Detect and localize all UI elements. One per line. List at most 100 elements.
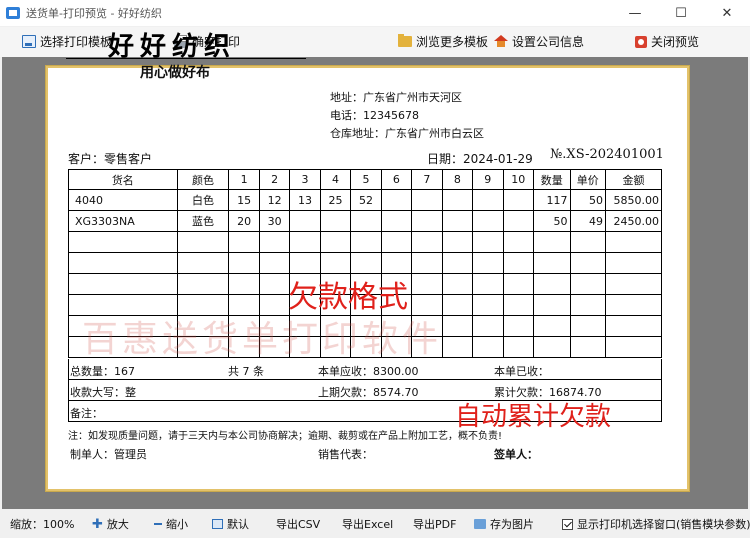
- table-cell: [605, 336, 662, 358]
- plus-icon: ✚: [92, 516, 103, 532]
- table-cell: [569, 273, 607, 295]
- table-cell: [68, 273, 178, 295]
- table-cell: [289, 231, 321, 253]
- export-csv-button[interactable]: 导出CSV: [276, 516, 320, 532]
- table-cell: 13: [289, 189, 321, 211]
- table-cell: [472, 231, 504, 253]
- table-cell: [605, 273, 662, 295]
- close-window-button[interactable]: ✕: [704, 0, 750, 26]
- summary-divider: [69, 379, 661, 380]
- company-address: 地址：广东省广州市天河区: [330, 91, 462, 104]
- table-cell: [228, 231, 260, 253]
- total-quantity: 总数量：167: [70, 365, 135, 378]
- table-cell: [605, 315, 662, 337]
- table-row: [68, 231, 662, 253]
- table-cell: [258, 273, 291, 295]
- close-preview-button[interactable]: 关闭预览: [635, 33, 699, 50]
- col-header: 数量: [532, 169, 571, 190]
- close-preview-label: 关闭预览: [651, 35, 700, 49]
- show-printer-dialog-checkbox[interactable]: 显示打印机选择窗口(销售模块参数): [562, 516, 750, 532]
- minimize-button[interactable]: —: [612, 0, 658, 26]
- notice-text: 注：如发现质量问题，请于三天内与本公司协商解决；逾期、裁剪或在产品上附加工艺，概…: [68, 431, 503, 442]
- zoom-in-button[interactable]: ✚ 放大: [92, 516, 129, 532]
- export-excel-button[interactable]: 导出Excel: [342, 516, 393, 532]
- table-cell: [176, 252, 230, 274]
- table-cell: [569, 294, 607, 316]
- table-cell: [605, 252, 662, 274]
- table-cell: [569, 315, 607, 337]
- col-header: 货名: [68, 169, 178, 190]
- table-cell: [532, 315, 571, 337]
- col-header: 颜色: [176, 169, 230, 190]
- table-cell: [441, 273, 474, 295]
- table-cell: 12: [258, 189, 291, 211]
- close-preview-icon: [635, 35, 647, 48]
- table-cell: [532, 336, 571, 358]
- image-icon: [474, 519, 486, 529]
- checkbox-checked-icon[interactable]: [562, 518, 573, 530]
- table-cell: [472, 252, 504, 274]
- show-printer-dialog-label: 显示打印机选择窗口(销售模块参数): [577, 518, 750, 531]
- watermark-text: 百惠送货单打印软件: [82, 319, 443, 360]
- company-settings-button[interactable]: 设置公司信息: [494, 33, 584, 50]
- zoom-level-text: 缩放：100%: [10, 518, 75, 531]
- table-cell: 白色: [176, 189, 230, 211]
- col-header: 3: [289, 169, 321, 190]
- export-pdf-button[interactable]: 导出PDF: [413, 516, 456, 532]
- table-cell: [502, 210, 534, 232]
- table-cell: 49: [569, 210, 607, 232]
- table-cell: [441, 294, 474, 316]
- sales-rep-label: 销售代表：: [318, 448, 373, 461]
- table-cell: [605, 231, 662, 253]
- browse-templates-button[interactable]: 浏览更多模板: [398, 33, 488, 50]
- zoom-out-button[interactable]: 缩小: [154, 516, 188, 532]
- table-cell: [380, 252, 413, 274]
- col-header: 8: [441, 169, 474, 190]
- default-icon: [212, 519, 223, 529]
- select-template-label: 选择打印模板: [40, 35, 113, 49]
- table-cell: [68, 231, 178, 253]
- col-header: 单价: [569, 169, 607, 190]
- maximize-button[interactable]: ☐: [658, 0, 704, 26]
- table-cell: [228, 273, 260, 295]
- table-row: [68, 252, 662, 274]
- received-amount: 本单已收：: [494, 365, 549, 378]
- table-cell: [380, 231, 413, 253]
- table-cell: 5850.00: [605, 189, 662, 211]
- table-cell: [350, 231, 382, 253]
- table-cell: [319, 252, 352, 274]
- table-cell: [228, 252, 260, 274]
- table-cell: 25: [319, 189, 352, 211]
- export-excel-label: 导出Excel: [342, 518, 394, 531]
- col-header: 1: [228, 169, 260, 190]
- table-cell: 30: [258, 210, 291, 232]
- receivable-amount: 本单应收：8300.00: [318, 365, 419, 378]
- save-image-button[interactable]: 存为图片: [474, 516, 534, 532]
- select-template-button[interactable]: 选择打印模板: [22, 33, 112, 50]
- browse-templates-label: 浏览更多模板: [416, 35, 489, 49]
- export-pdf-label: 导出PDF: [413, 518, 457, 531]
- app-icon: [6, 7, 20, 19]
- table-cell: [472, 294, 504, 316]
- table-cell: [472, 210, 504, 232]
- company-settings-label: 设置公司信息: [512, 35, 585, 49]
- table-cell: [441, 315, 474, 337]
- table-cell: [502, 273, 534, 295]
- document-number: №.XS-202401001: [550, 147, 664, 162]
- table-cell: [569, 336, 607, 358]
- zoom-out-label: 缩小: [166, 518, 188, 531]
- table-header-row: 货名 颜色 1 2 3 4 5 6 7 8 9 10 数量 单价 金额: [68, 169, 662, 190]
- table-cell: [176, 231, 230, 253]
- table-cell: [380, 189, 413, 211]
- table-cell: [258, 231, 291, 253]
- zoom-level: 缩放：100%: [10, 516, 74, 532]
- table-cell: [605, 294, 662, 316]
- default-zoom-button[interactable]: 默认: [212, 516, 249, 532]
- table-cell: [441, 252, 474, 274]
- default-zoom-label: 默认: [227, 518, 249, 531]
- table-cell: 50: [569, 189, 607, 211]
- table-cell: [380, 210, 413, 232]
- table-cell: [532, 231, 571, 253]
- table-cell: [68, 252, 178, 274]
- table-cell: 117: [532, 189, 571, 211]
